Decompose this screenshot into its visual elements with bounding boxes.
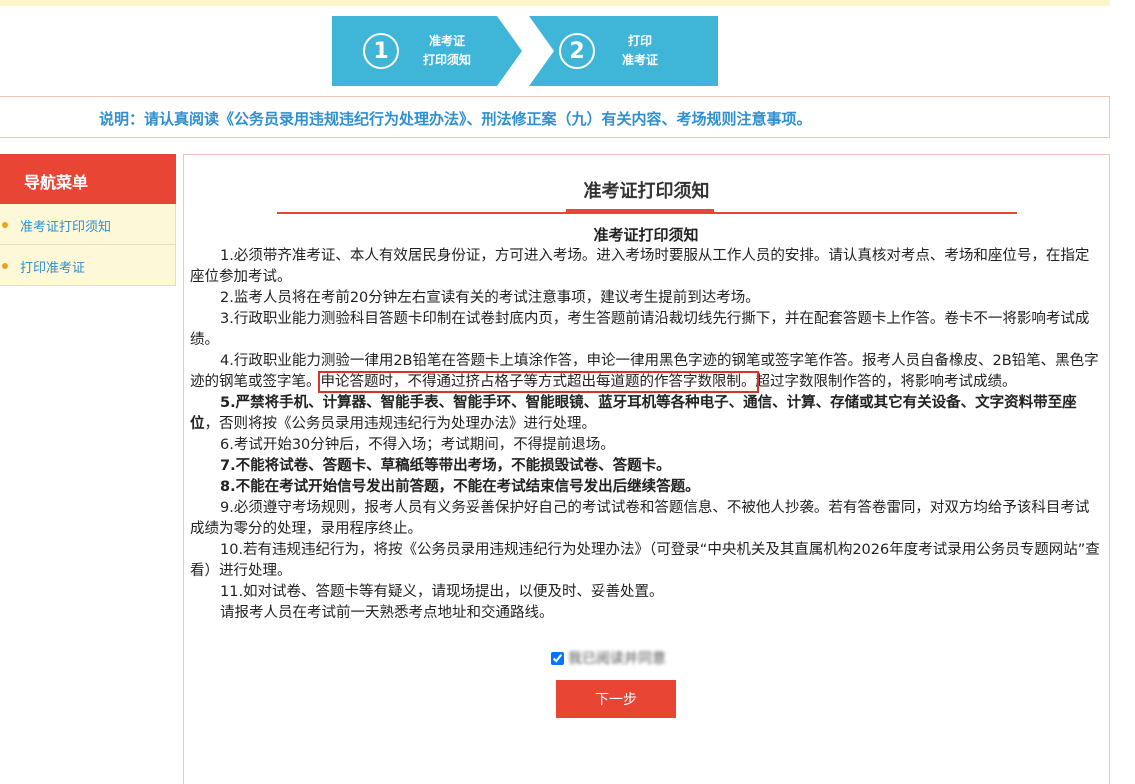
rule-6: 6.考试开始30分钟后，不得入场；考试期间，不得提前退场。	[220, 437, 615, 453]
progress-steps: 1 准考证 打印须知 2 打印 准考证	[332, 16, 720, 86]
notice-content: 准考证打印须知 1.必须带齐准考证、本人有效居民身份证，方可进入考场。进入考场时…	[190, 225, 1102, 624]
rule-4: 4.行政职业能力测验一律用2B铅笔在答题卡上填涂作答，申论一律用黑色字迹的钢笔或…	[190, 353, 1099, 393]
agree-checkbox-row[interactable]: 我已阅读并同意	[551, 648, 666, 668]
rule-7: 7.不能将试卷、答题卡、草稿纸等带出考场，不能损毁试卷、答题卡。	[220, 458, 671, 474]
step-2-label: 打印 准考证	[621, 34, 658, 67]
sidebar-item-print-notice[interactable]: 准考证打印须知	[0, 204, 176, 245]
title-underline-accent	[566, 209, 714, 214]
sidebar-nav: 导航菜单 准考证打印须知 打印准考证	[0, 154, 176, 286]
bullet-dot-icon	[2, 263, 8, 269]
next-button[interactable]: 下一步	[556, 680, 676, 718]
step-2-number: 2	[559, 33, 595, 69]
rule-2: 2.监考人员将在考前20分钟左右宣读有关的考试注意事项，建议考生提前到达考场。	[220, 290, 760, 306]
bullet-dot-icon	[2, 222, 8, 228]
sidebar-item-label: 准考证打印须知	[20, 220, 112, 235]
panel-title: 准考证打印须知	[583, 181, 710, 202]
content-title: 准考证打印须知	[593, 226, 699, 244]
rule-8: 8.不能在考试开始信号发出前答题，不能在考试结束信号发出后继续答题。	[220, 479, 700, 495]
rule-11: 11.如对试卷、答题卡等有疑义，请现场提出，以便及时、妥善处置。	[220, 584, 664, 600]
sidebar-item-label: 打印准考证	[20, 261, 86, 276]
rule-3: 3.行政职业能力测验科目答题卡印制在试卷封底内页，考生答题前请沿裁切线先行撕下，…	[190, 311, 1090, 348]
step-1-number: 1	[363, 33, 399, 69]
highlighted-rule: 申论答题时，不得通过挤占格子等方式超出每道题的作答字数限制。	[317, 371, 759, 393]
rule-9: 9.必须遵守考场规则，报考人员有义务妥善保护好自己的考试试卷和答题信息、不被他人…	[190, 500, 1090, 537]
rule-5: 5.严禁将手机、计算器、智能手表、智能手环、智能眼镜、蓝牙耳机等各种电子、通信、…	[190, 395, 1077, 432]
sidebar-item-print-ticket[interactable]: 打印准考证	[0, 245, 176, 286]
top-strip	[0, 0, 1110, 6]
sidebar-title: 导航菜单	[0, 154, 176, 204]
step-1: 1 准考证 打印须知	[332, 16, 522, 86]
rule-10: 10.若有违规违纪行为，将按《公务员录用违规违纪行为处理办法》（可登录“中央机关…	[190, 542, 1100, 579]
agree-label: 我已阅读并同意	[568, 651, 666, 667]
agree-checkbox[interactable]	[551, 651, 564, 665]
main-panel: 准考证打印须知 准考证打印须知 1.必须带齐准考证、本人有效居民身份证，方可进入…	[183, 154, 1110, 784]
rule-12: 请报考人员在考试前一天熟悉考点地址和交通路线。	[220, 605, 554, 621]
step-1-label: 准考证 打印须知	[422, 34, 471, 67]
notice-bar: 说明：请认真阅读《公务员录用违规违纪行为处理办法》、刑法修正案（九）有关内容、考…	[0, 96, 1110, 138]
notice-text: 说明：请认真阅读《公务员录用违规违纪行为处理办法》、刑法修正案（九）有关内容、考…	[99, 110, 812, 128]
step-2: 2 打印 准考证	[529, 16, 718, 86]
rule-1: 1.必须带齐准考证、本人有效居民身份证，方可进入考场。进入考场时要服从工作人员的…	[190, 248, 1090, 285]
